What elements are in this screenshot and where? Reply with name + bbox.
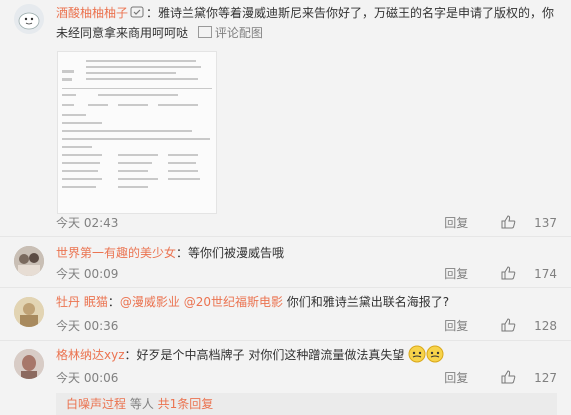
comment-actions: 回复 128: [430, 317, 557, 334]
avatar[interactable]: [14, 297, 44, 327]
thumbs-up-icon: [500, 370, 516, 384]
reply-summary: 白噪声过程 等人 共1条回复: [56, 393, 557, 415]
reply-button[interactable]: 回复: [444, 319, 468, 333]
reply-summary-text: 等人: [126, 397, 158, 411]
username-link[interactable]: 世界第一有趣的美少女: [56, 246, 176, 260]
avatar-image-icon: [14, 349, 44, 379]
image-icon: [197, 26, 212, 38]
reply-user-link[interactable]: 白噪声过程: [66, 397, 126, 411]
comment-text: ：好歹是个中高档牌子 对你们这种蹭流量做法真失望: [124, 348, 405, 362]
thumbs-up-icon: [500, 318, 516, 332]
thumbs-up-icon: [500, 215, 516, 229]
comment-item: 牡丹 眠猫：@漫威影业 @20世纪福斯电影 你们和雅诗兰黛出联名海报了? 今天 …: [0, 288, 571, 341]
mention-link[interactable]: @20世纪福斯电影: [184, 295, 283, 309]
avatar[interactable]: [14, 4, 44, 34]
like-button[interactable]: 128: [486, 318, 557, 333]
avatar-image-icon: [14, 297, 44, 327]
like-count: 137: [534, 216, 557, 230]
comment-time: 今天 00:36: [56, 319, 119, 333]
comment-content: 世界第一有趣的美少女：等你们被漫威告哦: [56, 243, 557, 263]
comment-actions: 回复 127: [430, 369, 557, 386]
mention-link[interactable]: @漫威影业: [120, 295, 180, 309]
username-link[interactable]: 格林纳达xyz: [56, 348, 125, 362]
like-count: 128: [534, 319, 557, 333]
avatar-image-icon: [14, 4, 44, 34]
comment-separator: ：: [107, 295, 120, 309]
like-count: 127: [534, 371, 557, 385]
verified-badge-icon: [130, 5, 144, 19]
username-link[interactable]: 酒酸柚柚柚子: [56, 6, 128, 20]
comment-time: 今天 02:43: [56, 216, 119, 230]
comment-content: 格林纳达xyz：好歹是个中高档牌子 对你们这种蹭流量做法真失望: [56, 345, 557, 369]
reply-button[interactable]: 回复: [444, 267, 468, 281]
comment-time: 今天 00:06: [56, 371, 119, 385]
picture-comment-link[interactable]: 评论配图: [197, 26, 263, 40]
avatar[interactable]: [14, 246, 44, 276]
comment-item: 格林纳达xyz：好歹是个中高档牌子 对你们这种蹭流量做法真失望 今天 00:06…: [0, 341, 571, 415]
reply-button[interactable]: 回复: [444, 371, 468, 385]
like-button[interactable]: 127: [486, 370, 557, 385]
picture-comment-label: 评论配图: [214, 26, 263, 40]
like-button[interactable]: 174: [486, 266, 557, 281]
comment-actions: 回复 174: [430, 265, 557, 282]
comment-content: 牡丹 眠猫：@漫威影业 @20世纪福斯电影 你们和雅诗兰黛出联名海报了?: [56, 292, 557, 312]
view-replies-link[interactable]: 共1条回复: [158, 397, 214, 411]
comment-item: 酒酸柚柚柚子 ：雅诗兰黛你等着漫威迪斯尼来告你好了，万磁王的名字是申请了版权的，你…: [0, 0, 571, 237]
comment-item: 世界第一有趣的美少女：等你们被漫威告哦 今天 00:09 回复 174: [0, 237, 571, 288]
comment-text: ：等你们被漫威告哦: [176, 246, 285, 260]
like-count: 174: [534, 267, 557, 281]
reply-button[interactable]: 回复: [444, 216, 468, 230]
comment-image[interactable]: [57, 51, 217, 214]
like-button[interactable]: 137: [486, 215, 557, 230]
comment-time: 今天 00:09: [56, 267, 119, 281]
emoji-icon: [408, 345, 444, 369]
document-scan-icon: [58, 52, 216, 213]
avatar[interactable]: [14, 349, 44, 379]
avatar-image-icon: [14, 246, 44, 276]
comment-actions: 回复 137: [430, 214, 557, 231]
thumbs-up-icon: [500, 266, 516, 280]
comment-content: 酒酸柚柚柚子 ：雅诗兰黛你等着漫威迪斯尼来告你好了，万磁王的名字是申请了版权的，你…: [56, 3, 557, 43]
username-link[interactable]: 牡丹 眠猫: [56, 295, 108, 309]
comment-text: 你们和雅诗兰黛出联名海报了?: [282, 295, 450, 309]
